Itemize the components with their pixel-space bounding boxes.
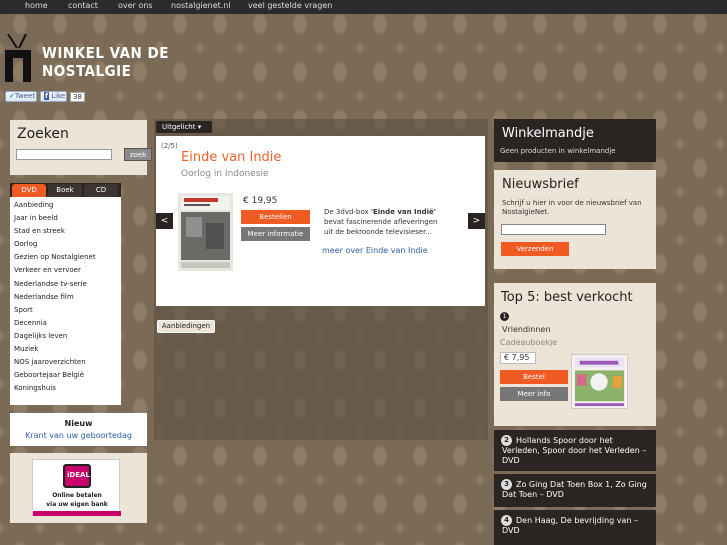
like-button[interactable]: f Like xyxy=(40,91,67,102)
rank-badge: 1 xyxy=(500,312,509,321)
product-title[interactable]: Einde van Indie xyxy=(181,150,281,165)
facebook-icon: f xyxy=(44,92,50,100)
new-label: Nieuw xyxy=(64,419,93,428)
newsletter-email-input[interactable] xyxy=(501,224,606,235)
top-product-order-button[interactable]: Bestel xyxy=(500,370,568,384)
top5-list-item[interactable]: 2 Hollands Spoor door het Verleden, Spoo… xyxy=(494,430,656,471)
next-slide-arrow[interactable]: > xyxy=(468,213,485,229)
ideal-banner[interactable]: iDEAL Online betalen via uw eigen bank xyxy=(32,459,121,516)
category-item[interactable]: Sport xyxy=(14,306,96,319)
category-item[interactable]: Oorlog xyxy=(14,240,96,253)
shopping-cart-panel: Winkelmandje Geen producten in winkelman… xyxy=(494,119,656,162)
category-item[interactable]: Gezien op Nostalgienet xyxy=(14,253,96,266)
more-about-link[interactable]: meer over Einde van Indie xyxy=(322,246,428,255)
category-item[interactable]: Koningshuis xyxy=(14,384,96,397)
category-item[interactable]: Muziek xyxy=(14,345,96,358)
newsletter-text: Schrijf u hier in voor de nieuwsbrief va… xyxy=(502,199,642,216)
category-item[interactable]: Geboortejaar België xyxy=(14,371,96,384)
ideal-logo-text: iDEAL xyxy=(67,471,90,479)
category-item[interactable]: Jaar in beeld xyxy=(14,214,96,227)
category-item[interactable]: Decennia xyxy=(14,319,96,332)
cart-title[interactable]: Winkelmandje xyxy=(502,126,594,141)
category-item[interactable]: Verkeer en vervoer xyxy=(14,266,96,279)
more-info-button[interactable]: Meer informatie xyxy=(241,227,310,241)
nav-about[interactable]: over ons xyxy=(118,1,153,10)
ideal-panel: iDEAL Online betalen via uw eigen bank xyxy=(10,453,147,523)
top-product-category: Cadeauboekje xyxy=(500,338,558,347)
category-item[interactable]: NOS jaaroverzichten xyxy=(14,358,96,371)
product-price: € 19,95 xyxy=(243,196,278,206)
tv-logo-icon xyxy=(5,34,31,82)
product-cover-image[interactable] xyxy=(178,193,233,271)
prev-slide-arrow[interactable]: < xyxy=(156,213,173,229)
tab-cd[interactable]: CD xyxy=(84,184,118,197)
desc-text: De 3dvd-box xyxy=(324,208,371,216)
category-list: Aanbieding Jaar in beeld Stad en streek … xyxy=(14,201,96,397)
ideal-line-2: via uw eigen bank xyxy=(46,501,108,508)
nav-home[interactable]: home xyxy=(25,1,48,10)
slide-counter: (2/5) xyxy=(161,142,178,150)
search-button[interactable]: zoek xyxy=(124,148,152,161)
category-item[interactable]: Aanbieding xyxy=(14,201,96,214)
logo-line-2: NOSTALGIE xyxy=(42,62,132,80)
birthday-newspaper-link[interactable]: Krant van uw geboortedag xyxy=(10,431,147,440)
newsletter-submit-button[interactable]: Verzenden xyxy=(501,242,569,256)
nav-contact[interactable]: contact xyxy=(68,1,98,10)
featured-product-slider: (2/5) Einde van Indie Oorlog in Indonesi… xyxy=(156,136,485,306)
top5-panel: Top 5: best verkocht 1 Vriendinnen Cadea… xyxy=(494,283,656,426)
nav-nostalgienet[interactable]: nostalgienet.nl xyxy=(171,1,231,10)
tab-dvd[interactable]: DVD xyxy=(12,184,46,197)
top-item-title: Hollands Spoor door het Verleden, Spoor … xyxy=(502,436,647,465)
like-label: Like xyxy=(51,92,66,100)
top5-list-item[interactable]: 4 Den Haag, De bevrijding van – DVD xyxy=(494,510,656,545)
newsletter-title: Nieuwsbrief xyxy=(502,177,579,192)
search-panel: Zoeken zoek xyxy=(10,120,152,175)
desc-highlight: 'Einde van Indië' xyxy=(370,208,436,216)
ideal-logo-icon: iDEAL xyxy=(63,464,91,488)
category-item[interactable]: Stad en streek xyxy=(14,227,96,240)
top-item-title: Den Haag, De bevrijding van – DVD xyxy=(502,516,639,535)
featured-dropdown[interactable]: Uitgelicht ▾ xyxy=(156,121,212,133)
tab-boek[interactable]: Boek xyxy=(48,184,82,197)
desc-text-rest: bevat fascinerende afleveringen uit de b… xyxy=(324,218,438,236)
top-product-price: € 7,95 xyxy=(500,352,536,364)
category-tabs: DVD Boek CD xyxy=(10,183,121,197)
category-menu: DVD Boek CD Aanbieding Jaar in beeld Sta… xyxy=(10,183,121,405)
newsletter-panel: Nieuwsbrief Schrijf u hier in voor de ni… xyxy=(494,170,656,269)
site-logo[interactable]: WINKEL VAN DE NOSTALGIE xyxy=(4,26,168,84)
new-promo-box: Nieuw Krant van uw geboortedag xyxy=(10,413,147,446)
tweet-label: Tweet xyxy=(14,92,36,100)
top-item-title: Zo Ging Dat Toen Box 1, Zo Ging Dat Toen… xyxy=(502,480,647,499)
category-item[interactable]: Nederlandse film xyxy=(14,293,96,306)
nav-faq[interactable]: veel gestelde vragen xyxy=(248,1,332,10)
top-product-name[interactable]: Vriendinnen xyxy=(502,325,550,334)
like-count: 38 xyxy=(70,92,85,102)
top5-title: Top 5: best verkocht xyxy=(501,290,633,305)
search-input[interactable] xyxy=(16,149,112,160)
ideal-line-1: Online betalen xyxy=(52,492,102,499)
product-description: De 3dvd-box 'Einde van Indië' bevat fasc… xyxy=(324,207,444,237)
product-subtitle: Oorlog in Indonesie xyxy=(181,169,269,179)
category-item[interactable]: Dagelijks leven xyxy=(14,332,96,345)
ideal-stripe xyxy=(33,511,121,516)
logo-line-1: WINKEL VAN DE xyxy=(42,44,169,62)
order-button[interactable]: Bestellen xyxy=(241,210,310,224)
offers-button[interactable]: Aanbiedingen xyxy=(157,320,215,333)
top5-list-item[interactable]: 3 Zo Ging Dat Toen Box 1, Zo Ging Dat To… xyxy=(494,474,656,507)
category-item[interactable]: Nederlandse tv-serie xyxy=(14,280,96,293)
top-navigation: home contact over ons nostalgienet.nl ve… xyxy=(0,0,727,14)
top-product-info-button[interactable]: Meer info xyxy=(500,387,568,401)
cart-status: Geen producten in winkelmandje xyxy=(500,147,616,155)
tweet-button[interactable]: ✔Tweet xyxy=(5,91,37,102)
search-title: Zoeken xyxy=(17,126,69,142)
top-product-image[interactable] xyxy=(571,354,628,409)
